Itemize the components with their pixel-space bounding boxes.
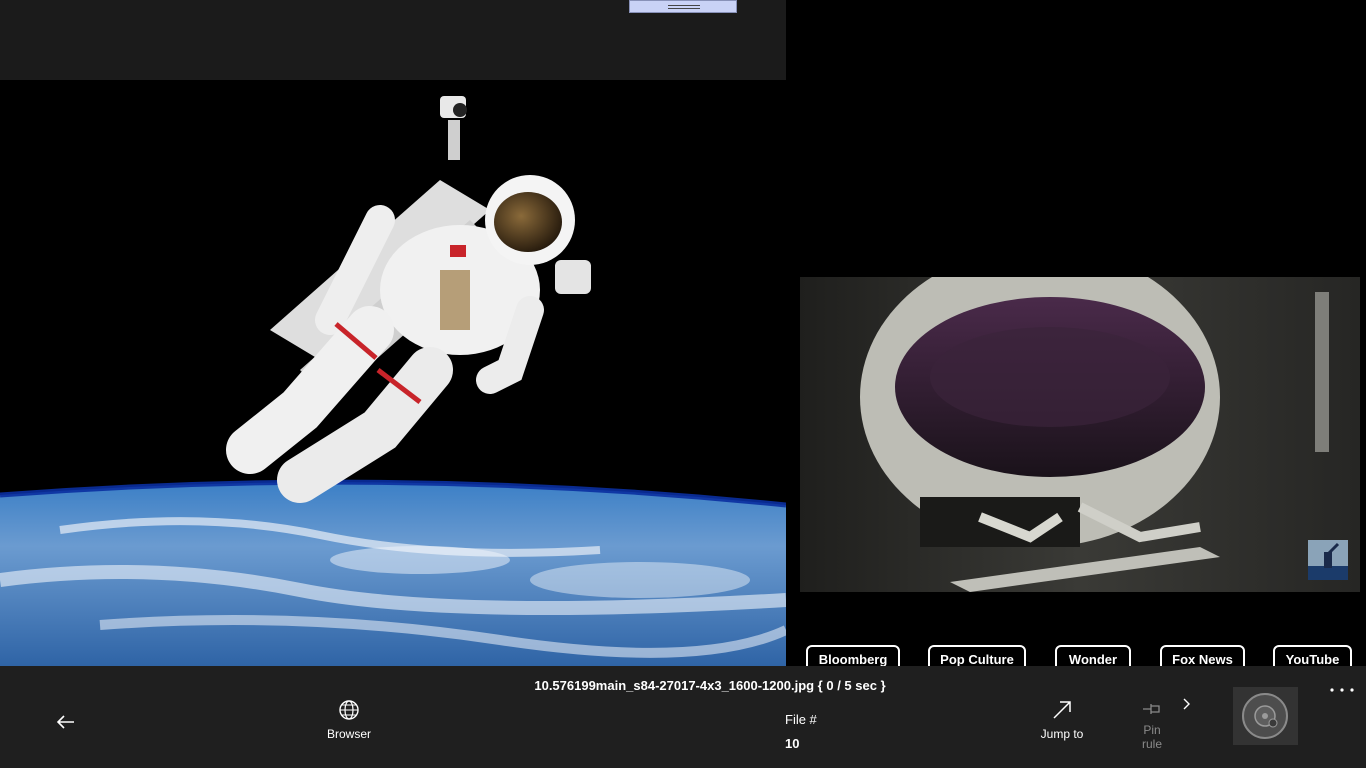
chevron-right-icon — [1183, 698, 1190, 710]
bookmark-pop-culture[interactable]: Pop Culture — [928, 645, 1026, 666]
file-title: 10.576199main_s84-27017-4x3_1600-1200.jp… — [534, 678, 886, 693]
left-top-panel — [0, 0, 786, 80]
back-arrow-icon — [56, 715, 74, 729]
pin-icon — [1143, 704, 1160, 714]
globe-icon — [339, 700, 359, 720]
bookmark-bar: Bloomberg Pop Culture Wonder Fox News Yo… — [786, 640, 1366, 666]
file-number-label: File # — [785, 712, 817, 727]
next-button[interactable] — [1178, 696, 1194, 712]
diagonal-arrow-icon — [1053, 701, 1071, 719]
jump-to-label: Jump to — [1040, 727, 1084, 741]
disc-tile-button[interactable] — [1233, 687, 1298, 745]
right-empty-area — [786, 0, 1366, 277]
more-options-button[interactable] — [1328, 680, 1356, 696]
browser-label: Browser — [326, 727, 371, 741]
bookmark-bloomberg[interactable]: Bloomberg — [806, 645, 900, 666]
file-number-value[interactable]: 10 — [785, 736, 799, 751]
bookmark-youtube[interactable]: YouTube — [1273, 645, 1352, 666]
astronaut-scene — [0, 80, 786, 666]
command-bar: 10.576199main_s84-27017-4x3_1600-1200.jp… — [0, 666, 1366, 768]
pin-label-line1: Pin — [1143, 723, 1161, 737]
bookmark-fox-news[interactable]: Fox News — [1160, 645, 1245, 666]
main-image-astronaut — [0, 80, 786, 666]
browser-button[interactable]: Browser — [318, 698, 380, 741]
video-preview[interactable] — [800, 277, 1360, 592]
pin-label-line2: rule — [1141, 737, 1162, 751]
back-button[interactable] — [50, 706, 82, 738]
jump-to-button[interactable]: Jump to — [1034, 698, 1090, 741]
thumbnail-image — [1308, 540, 1348, 580]
disc-icon — [1242, 693, 1288, 739]
video-scene — [800, 277, 1360, 592]
drag-handle[interactable] — [629, 0, 737, 13]
more-dots-icon — [1330, 688, 1354, 692]
video-thumbnail[interactable] — [1308, 540, 1348, 580]
pin-rule-button[interactable]: Pin rule — [1136, 700, 1168, 751]
bookmark-wonder[interactable]: Wonder — [1055, 645, 1131, 666]
